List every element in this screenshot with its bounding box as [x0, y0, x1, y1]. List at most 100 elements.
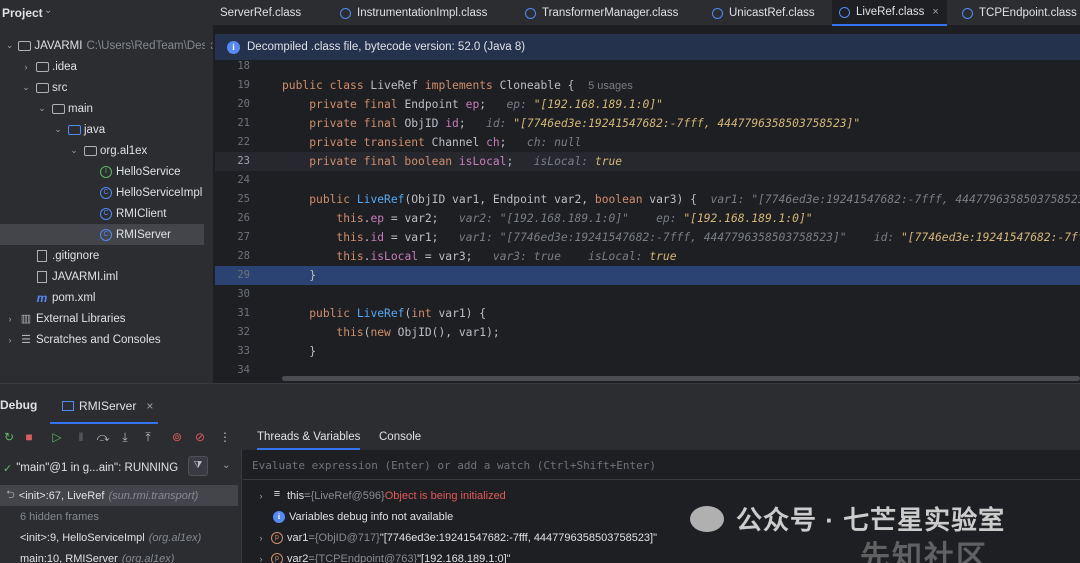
code-line[interactable]: 27 this.id = var1; var1: "[7746ed3e:1924… — [215, 228, 1080, 247]
tree-item[interactable]: › ▥ External Libraries — [0, 308, 213, 329]
chevron-down-icon[interactable]: ⌄ — [222, 460, 230, 471]
line-number[interactable]: 20 — [215, 95, 250, 114]
editor-tab[interactable]: TransformerManager.class — [518, 0, 698, 26]
tree-item[interactable]: ⌄ JAVARMI C:\Users\RedTeam\Desk — [0, 35, 213, 56]
chevron-right-icon[interactable]: › — [4, 314, 16, 324]
code-line[interactable]: 20 private final Endpoint ep; ep: "[192.… — [215, 95, 1080, 114]
chevron-down-icon[interactable]: ⌄ — [52, 124, 64, 135]
tree-item[interactable]: m pom.xml — [0, 287, 213, 308]
line-number[interactable]: 30 — [215, 285, 250, 304]
line-number[interactable]: 26 — [215, 209, 250, 228]
line-number[interactable]: 32 — [215, 323, 250, 342]
resume-icon[interactable]: ▷ — [50, 430, 64, 444]
code-line[interactable]: 28 this.isLocal = var3; var3: true isLoc… — [215, 247, 1080, 266]
tree-item[interactable]: ⌄ java — [0, 119, 213, 140]
code-line[interactable]: 23 private final boolean isLocal; isLoca… — [215, 152, 1080, 171]
code-line[interactable]: 22 private transient Channel ch; ch: nul… — [215, 133, 1080, 152]
code-text[interactable]: private final ObjID id; id: "[7746ed3e:1… — [282, 114, 860, 133]
line-number[interactable]: 34 — [215, 361, 250, 380]
project-title[interactable]: Project — [2, 6, 43, 20]
code-text[interactable]: private final Endpoint ep; ep: "[192.168… — [282, 95, 663, 114]
stop-icon[interactable]: ■ — [22, 430, 36, 444]
tree-item[interactable]: I HelloService — [0, 161, 213, 182]
tree-item[interactable]: › ☰ Scratches and Consoles — [0, 329, 213, 350]
code-line[interactable]: 32 this(new ObjID(), var1); — [215, 323, 1080, 342]
line-number[interactable]: 29 — [215, 266, 250, 285]
tree-item[interactable]: C RMIServer — [0, 224, 204, 245]
more-icon[interactable]: ⋮ — [218, 430, 232, 444]
chevron-right-icon[interactable]: › — [255, 554, 267, 563]
editor-tab[interactable]: UnicastRef.class — [705, 0, 825, 26]
close-icon[interactable]: × — [146, 399, 153, 413]
code-line[interactable]: 18 — [215, 60, 1080, 76]
filter-icon[interactable]: ⧩ — [188, 456, 208, 476]
project-header[interactable]: Project ⌄ — [0, 0, 213, 26]
project-scrollbar[interactable] — [205, 26, 211, 383]
stack-frame[interactable]: ⮌ <init>:67, LiveRef (sun.rmi.transport) — [0, 485, 238, 506]
code-line[interactable]: 19 public class LiveRef implements Clonea… — [215, 76, 1080, 95]
tree-item[interactable]: C HelloServiceImpl — [0, 182, 213, 203]
line-number[interactable]: 21 — [215, 114, 250, 133]
tree-item[interactable]: ⌄ src — [0, 77, 213, 98]
code-text[interactable]: this(new ObjID(), var1); — [282, 323, 499, 342]
code-text[interactable]: public LiveRef(ObjID var1, Endpoint var2… — [282, 190, 1080, 209]
code-text[interactable]: this.id = var1; var1: "[7746ed3e:1924154… — [282, 228, 1080, 247]
close-icon[interactable]: × — [932, 6, 938, 18]
code-text[interactable]: public LiveRef(int var1) { — [282, 304, 486, 323]
rerun-icon[interactable]: ↻ — [2, 430, 16, 444]
view-breakpoints-icon[interactable]: ⊚ — [170, 430, 184, 444]
chevron-down-icon[interactable]: ⌄ — [44, 5, 52, 16]
chevron-right-icon[interactable]: › — [255, 533, 267, 543]
tree-item[interactable]: ⌄ main — [0, 98, 213, 119]
debug-session-tab[interactable]: RMIServer × — [50, 390, 158, 424]
code-line[interactable]: 29 } — [215, 266, 1080, 285]
pause-icon[interactable]: ‖ — [74, 430, 88, 444]
tab-threads-variables[interactable]: Threads & Variables — [257, 424, 361, 450]
line-number[interactable]: 28 — [215, 247, 250, 266]
chevron-down-icon[interactable]: ⌄ — [20, 82, 32, 93]
tree-item[interactable]: › .idea — [0, 56, 213, 77]
mute-breakpoints-icon[interactable]: ⊘ — [193, 430, 207, 444]
chevron-right-icon[interactable]: › — [255, 491, 267, 501]
line-number[interactable]: 31 — [215, 304, 250, 323]
editor-tab[interactable]: LiveRef.class × — [832, 0, 947, 26]
tree-item[interactable]: JAVARMI.iml — [0, 266, 213, 287]
line-number[interactable]: 24 — [215, 171, 250, 190]
chevron-down-icon[interactable]: ⌄ — [36, 103, 48, 114]
code-line[interactable]: 24 — [215, 171, 1080, 190]
line-number[interactable]: 23 — [215, 152, 250, 171]
editor-tab[interactable]: ServerRef.class — [215, 0, 327, 26]
code-line[interactable]: 31 public LiveRef(int var1) { — [215, 304, 1080, 323]
tree-item[interactable]: C RMIClient — [0, 203, 213, 224]
editor-tab[interactable]: InstrumentationImpl.class — [333, 0, 511, 26]
code-line[interactable]: 25 public LiveRef(ObjID var1, Endpoint v… — [215, 190, 1080, 209]
code-text[interactable]: private transient Channel ch; ch: null — [282, 133, 581, 152]
code-line[interactable]: 33 } — [215, 342, 1080, 361]
chevron-down-icon[interactable]: ⌄ — [68, 145, 80, 156]
line-number[interactable]: 33 — [215, 342, 250, 361]
step-out-icon[interactable]: ⤒ — [141, 430, 155, 444]
line-number[interactable]: 27 — [215, 228, 250, 247]
step-into-icon[interactable]: ⤓ — [118, 430, 132, 444]
code-line[interactable]: 26 this.ep = var2; var2: "[192.168.189.1… — [215, 209, 1080, 228]
code-text[interactable]: public class LiveRef implements Cloneabl… — [282, 76, 633, 96]
editor-horizontal-scrollbar[interactable] — [282, 376, 1080, 381]
code-line[interactable]: 21 private final ObjID id; id: "[7746ed3… — [215, 114, 1080, 133]
stack-frame[interactable]: 6 hidden frames — [0, 506, 238, 527]
stack-frame[interactable]: <init>:9, HelloServiceImpl (org.al1ex) — [0, 527, 238, 548]
code-text[interactable]: private final boolean isLocal; isLocal: … — [282, 152, 622, 171]
tree-item[interactable]: ⌄ org.al1ex — [0, 140, 213, 161]
line-number[interactable]: 19 — [215, 76, 250, 95]
chevron-right-icon[interactable]: › — [20, 62, 32, 72]
code-line[interactable]: 30 — [215, 285, 1080, 304]
code-text[interactable]: this.ep = var2; var2: "[192.168.189.1:0]… — [282, 209, 812, 228]
tab-console[interactable]: Console — [379, 424, 421, 450]
chevron-right-icon[interactable]: › — [4, 335, 16, 345]
line-number[interactable]: 25 — [215, 190, 250, 209]
line-number[interactable]: 22 — [215, 133, 250, 152]
code-text[interactable]: this.isLocal = var3; var3: true isLocal:… — [282, 247, 676, 266]
line-number[interactable]: 18 — [215, 60, 250, 76]
tree-item[interactable]: .gitignore — [0, 245, 213, 266]
code-text[interactable]: } — [282, 266, 316, 285]
code-editor[interactable]: 18 19 public class LiveRef implements Clon… — [215, 60, 1080, 383]
